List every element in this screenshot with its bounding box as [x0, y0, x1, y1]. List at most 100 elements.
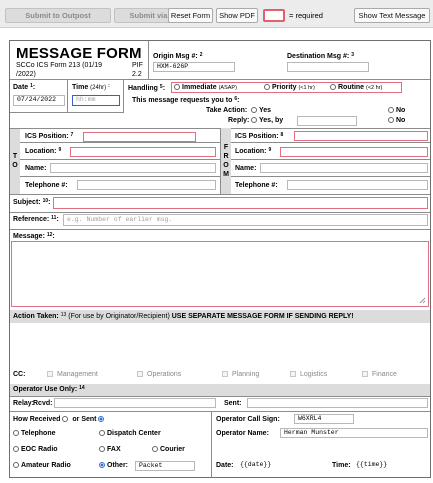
- to-ics-label: ICS Position: 7: [25, 132, 74, 140]
- pif-label: PIF: [132, 62, 143, 69]
- radio-icon[interactable]: [264, 84, 270, 91]
- to-row-line-3: [20, 176, 220, 177]
- cc-management-checkbox[interactable]: [47, 371, 53, 377]
- submit-to-outpost-button[interactable]: Submit to Outpost: [5, 8, 111, 23]
- method-courier[interactable]: Courier: [152, 446, 185, 453]
- time-divider: [123, 79, 124, 112]
- to-location-input[interactable]: [70, 147, 216, 157]
- toolbar: Submit to Outpost Submit via Email Reset…: [0, 0, 433, 28]
- origin-msg-input[interactable]: HXM-626P: [153, 62, 235, 72]
- from-name-label: Name:: [235, 165, 257, 172]
- selected-radio-icon[interactable]: [99, 462, 105, 469]
- take-action-no[interactable]: No: [388, 107, 405, 114]
- radio-icon[interactable]: [330, 84, 336, 91]
- date-label: Date 1:: [13, 83, 36, 91]
- from-ics-position-input[interactable]: [294, 131, 428, 141]
- reset-form-button[interactable]: Reset Form: [168, 8, 213, 23]
- op-date-value: {{date}}: [236, 460, 316, 470]
- radio-icon[interactable]: [251, 117, 257, 124]
- reply-label: Reply:: [228, 117, 250, 124]
- sent-radio-icon[interactable]: [98, 416, 105, 423]
- pif-value: 2.2: [132, 71, 142, 78]
- received-radio-icon[interactable]: [62, 416, 69, 423]
- cc-finance-label: Finance: [372, 371, 397, 378]
- reply-no[interactable]: No: [388, 117, 405, 124]
- handling-immediate[interactable]: Immediate (ASAP): [174, 84, 237, 91]
- from-telephone-input[interactable]: [287, 180, 428, 190]
- relay-sent-input[interactable]: [247, 398, 428, 408]
- operator-name-label: Operator Name:: [216, 430, 269, 437]
- how-received-group: How Received or Sent: [13, 416, 106, 423]
- to-ics-position-input[interactable]: [83, 132, 196, 142]
- operator-name-input[interactable]: Herman Munster: [280, 428, 428, 438]
- reply-by-input[interactable]: [297, 116, 357, 126]
- from-location-input[interactable]: [280, 147, 428, 157]
- from-row-line-3: [231, 176, 430, 177]
- action-taken-header: Action Taken: 13 (For use by Originator/…: [13, 312, 354, 320]
- method-eoc-radio[interactable]: EOC Radio: [13, 446, 58, 453]
- cc-finance-checkbox[interactable]: [362, 371, 368, 377]
- radio-icon[interactable]: [388, 107, 394, 114]
- call-sign-input[interactable]: W6XRL4: [294, 414, 354, 424]
- radio-icon[interactable]: [152, 446, 158, 453]
- cc-logistics-checkbox[interactable]: [290, 371, 296, 377]
- reference-input[interactable]: e.g. Number of earlier msg.: [63, 214, 428, 226]
- op-time-value: {{time}}: [352, 460, 428, 470]
- radio-icon[interactable]: [99, 430, 105, 437]
- relay-label: Relay:: [13, 400, 35, 407]
- required-legend-text: = required: [289, 11, 323, 20]
- cc-planning-checkbox[interactable]: [222, 371, 228, 377]
- method-fax[interactable]: FAX: [99, 446, 121, 453]
- relay-rcvd-input[interactable]: [54, 398, 216, 408]
- to-row-line-2: [20, 159, 220, 160]
- show-pdf-button[interactable]: Show PDF: [216, 8, 258, 23]
- radio-icon[interactable]: [13, 462, 19, 469]
- cc-operations-checkbox[interactable]: [137, 371, 143, 377]
- time-label: Time (24hr) :: [72, 83, 110, 91]
- operator-top-line: [10, 396, 430, 397]
- from-ics-label: ICS Position: 8: [235, 132, 284, 140]
- handling-priority[interactable]: Priority (<1 hr): [264, 84, 315, 91]
- take-action-yes[interactable]: Yes: [251, 107, 271, 114]
- to-telephone-input[interactable]: [77, 180, 216, 190]
- radio-icon[interactable]: [388, 117, 394, 124]
- show-text-message-button[interactable]: Show Text Message: [354, 8, 430, 23]
- action-taken-area[interactable]: [10, 323, 430, 367]
- subject-input[interactable]: [53, 197, 428, 209]
- header-divider: [148, 41, 149, 79]
- from-bottom-line: [10, 194, 430, 195]
- radio-icon[interactable]: [99, 446, 105, 453]
- reference-bottom-line: [10, 229, 430, 230]
- to-name-input[interactable]: [50, 163, 216, 173]
- resize-handle-icon[interactable]: [419, 297, 426, 304]
- form-subtitle-1: SCCo ICS Form 213 (01/19: [16, 62, 102, 69]
- reference-label: Reference: 11:: [13, 215, 59, 223]
- requests-label: This message requests you to 6:: [132, 96, 240, 104]
- from-name-input[interactable]: [260, 163, 428, 173]
- cc-label: CC:: [13, 371, 26, 378]
- reply-yes-by[interactable]: Yes, by: [251, 117, 283, 124]
- radio-icon[interactable]: [174, 84, 180, 91]
- radio-icon[interactable]: [13, 430, 19, 437]
- form-title: MESSAGE FORM: [16, 45, 142, 62]
- method-other[interactable]: Other:: [99, 462, 128, 469]
- message-textarea[interactable]: [11, 241, 429, 307]
- radio-icon[interactable]: [251, 107, 257, 114]
- date-input[interactable]: 07/24/2022: [13, 95, 65, 106]
- op-time-label: Time:: [332, 462, 351, 469]
- form-subtitle-2: /2022): [16, 71, 36, 78]
- handling-label: Handling 5:: [128, 84, 166, 92]
- from-side-label: F R O M: [223, 144, 229, 178]
- other-method-input[interactable]: Packet: [135, 461, 195, 471]
- call-sign-label: Operator Call Sign:: [216, 416, 280, 423]
- to-row-line-1: [20, 142, 220, 143]
- date-divider: [67, 79, 68, 112]
- method-amateur-radio[interactable]: Amateur Radio: [13, 462, 71, 469]
- destination-msg-input[interactable]: [287, 62, 369, 72]
- method-dispatch-center[interactable]: Dispatch Center: [99, 430, 161, 437]
- method-telephone[interactable]: Telephone: [13, 430, 55, 437]
- time-input[interactable]: hh:mm: [72, 95, 120, 106]
- radio-icon[interactable]: [13, 446, 19, 453]
- op-date-label: Date:: [216, 462, 234, 469]
- handling-routine[interactable]: Routine (<2 hr): [330, 84, 382, 91]
